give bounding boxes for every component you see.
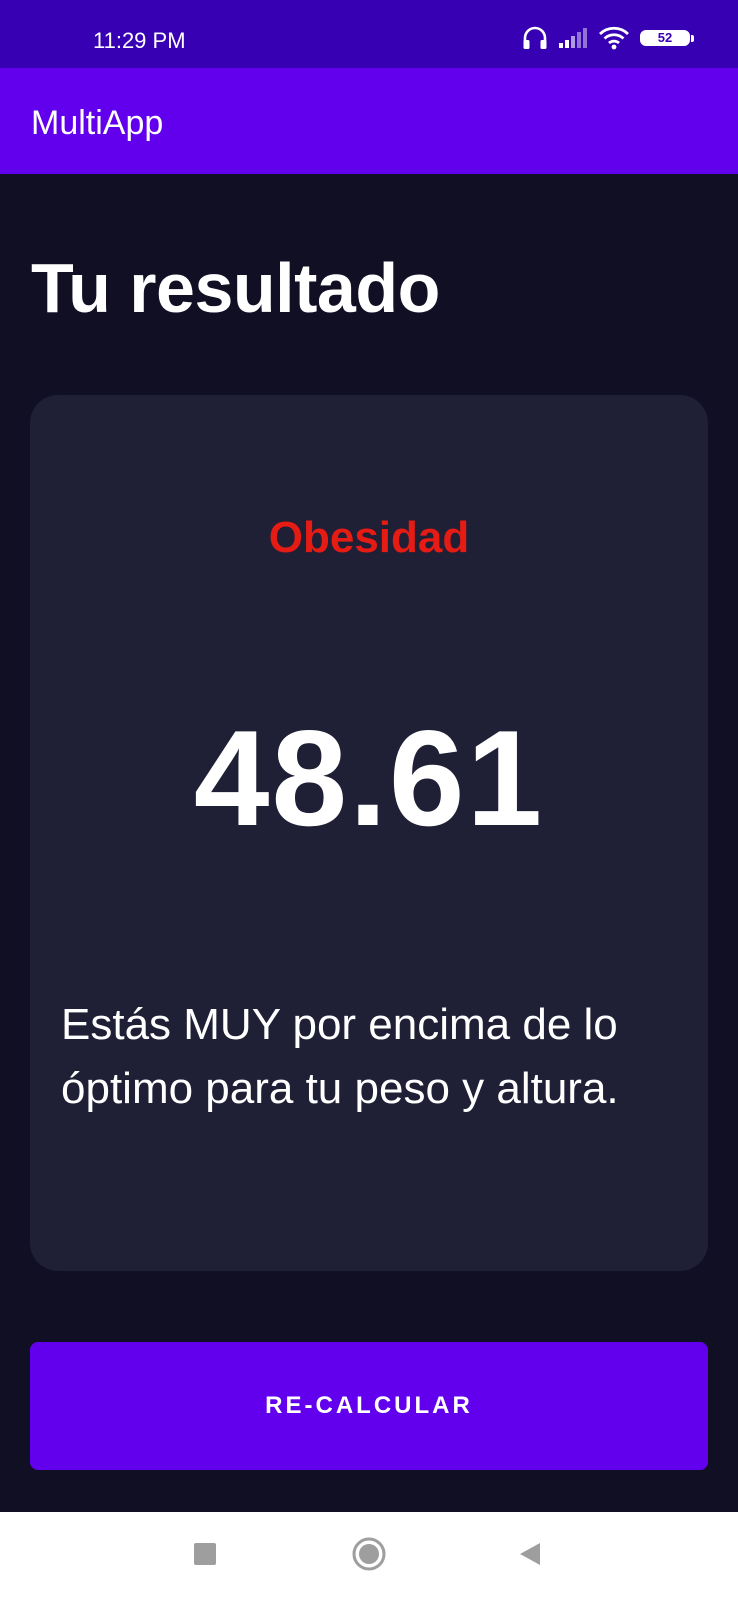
home-button[interactable] bbox=[329, 1512, 409, 1600]
battery-icon: 52 bbox=[640, 28, 694, 48]
headset-icon bbox=[522, 26, 548, 50]
page-title: Tu resultado bbox=[31, 249, 440, 327]
home-icon bbox=[351, 1536, 387, 1577]
signal-icon bbox=[558, 27, 588, 49]
result-message: Estás MUY por encima de lo óptimo para t… bbox=[61, 1000, 619, 1113]
battery-level: 52 bbox=[657, 30, 673, 45]
recents-icon bbox=[192, 1541, 218, 1572]
result-value: 48.61 bbox=[193, 702, 545, 854]
status-time: 11:29 PM bbox=[93, 28, 186, 53]
result-card: Obesidad 48.61 Estás MUY por encima de l… bbox=[30, 395, 708, 1271]
status-bar: 11:29 PM 52 bbox=[0, 0, 738, 68]
back-icon bbox=[517, 1541, 543, 1572]
result-status: Obesidad bbox=[268, 513, 470, 562]
recents-button[interactable] bbox=[165, 1512, 245, 1600]
status-icons: 52 bbox=[522, 26, 694, 50]
nav-bar bbox=[0, 1512, 738, 1600]
recalculate-button[interactable]: RE-CALCULAR bbox=[30, 1342, 708, 1470]
app-title: MultiApp bbox=[31, 104, 164, 142]
app-bar: MultiApp bbox=[0, 68, 738, 174]
back-button[interactable] bbox=[490, 1512, 570, 1600]
wifi-icon bbox=[598, 26, 630, 50]
